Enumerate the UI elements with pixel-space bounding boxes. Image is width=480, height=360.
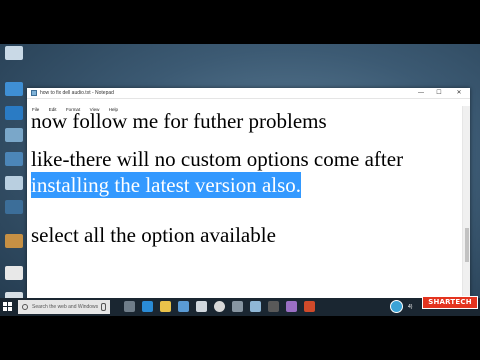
task-view-icon[interactable] — [124, 301, 135, 312]
media-icon[interactable] — [304, 301, 315, 312]
watermark-text: SHARTECH — [428, 298, 472, 306]
selected-text-line: installing the latest version also. — [31, 172, 302, 198]
close-button[interactable]: ✕ — [452, 88, 466, 98]
desktop-shortcut-icon[interactable] — [3, 82, 25, 100]
file-explorer-icon[interactable] — [160, 301, 171, 312]
desktop-shortcut-icon[interactable] — [3, 234, 25, 252]
search-placeholder: Search the web and Windows — [32, 304, 99, 310]
mail-icon[interactable] — [196, 301, 207, 312]
desktop-shortcut-icon[interactable] — [3, 200, 25, 218]
notepad-icon — [31, 90, 37, 96]
maximize-button[interactable]: ☐ — [432, 88, 446, 98]
text-line: now follow me for futher problems — [31, 109, 327, 133]
chrome-icon[interactable] — [214, 301, 225, 312]
desktop-shortcut-icon[interactable] — [3, 106, 25, 124]
store-icon[interactable] — [178, 301, 189, 312]
desktop-shortcut-icon[interactable] — [3, 46, 25, 64]
camera-icon[interactable] — [268, 301, 279, 312]
vertical-scrollbar[interactable] — [462, 106, 470, 302]
desktop: how to fix dell audio.txt - Notepad — ☐ … — [0, 44, 480, 316]
notepad-window: how to fix dell audio.txt - Notepad — ☐ … — [27, 88, 470, 302]
volume-indicator[interactable]: 4) — [408, 298, 412, 316]
text-line: select all the option available — [31, 223, 276, 247]
settings-icon[interactable] — [232, 301, 243, 312]
window-title: how to fix dell audio.txt - Notepad — [40, 90, 114, 96]
search-input[interactable]: Search the web and Windows — [18, 300, 110, 314]
search-icon — [22, 304, 28, 310]
text-line: like-there will no custom options come a… — [31, 147, 404, 171]
notepad-icon[interactable] — [250, 301, 261, 312]
scrollbar-thumb[interactable] — [465, 228, 469, 262]
microphone-icon[interactable] — [101, 303, 106, 311]
text-area[interactable]: now follow me for futher problems like-t… — [27, 106, 458, 302]
desktop-shortcut-icon[interactable] — [3, 176, 25, 194]
minimize-button[interactable]: — — [414, 88, 428, 98]
menu-bar: File Edit Format View Help — [27, 98, 470, 112]
tray-app-icon[interactable] — [390, 300, 403, 313]
photos-icon[interactable] — [286, 301, 297, 312]
edge-icon[interactable] — [142, 301, 153, 312]
desktop-shortcut-icon[interactable] — [3, 152, 25, 170]
desktop-shortcut-icon[interactable] — [3, 266, 25, 284]
watermark-logo: SHARTECH — [422, 296, 478, 309]
taskbar: Search the web and Windows 4) — [0, 298, 480, 316]
start-button[interactable] — [3, 302, 13, 312]
desktop-shortcut-icon[interactable] — [3, 128, 25, 146]
